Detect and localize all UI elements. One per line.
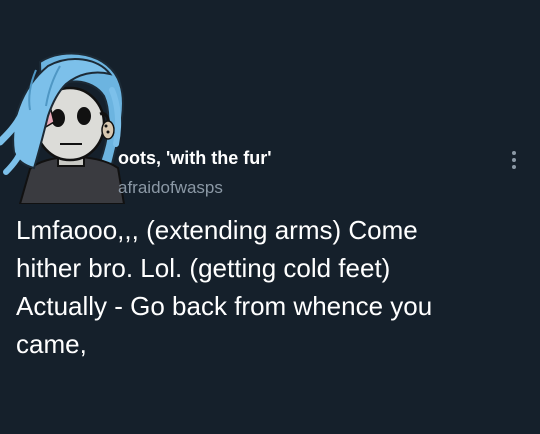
vertical-ellipsis-icon bbox=[512, 151, 516, 169]
tweet-text: Lmfaooo,,, (extending arms) Come hither … bbox=[16, 215, 433, 359]
user-handle[interactable]: afraidofwasps bbox=[118, 178, 223, 198]
tweet-card: oots, 'with the fur' afraidofwasps Lmfao… bbox=[0, 0, 540, 434]
more-options-button[interactable] bbox=[500, 146, 528, 174]
display-name[interactable]: oots, 'with the fur' bbox=[118, 148, 272, 169]
